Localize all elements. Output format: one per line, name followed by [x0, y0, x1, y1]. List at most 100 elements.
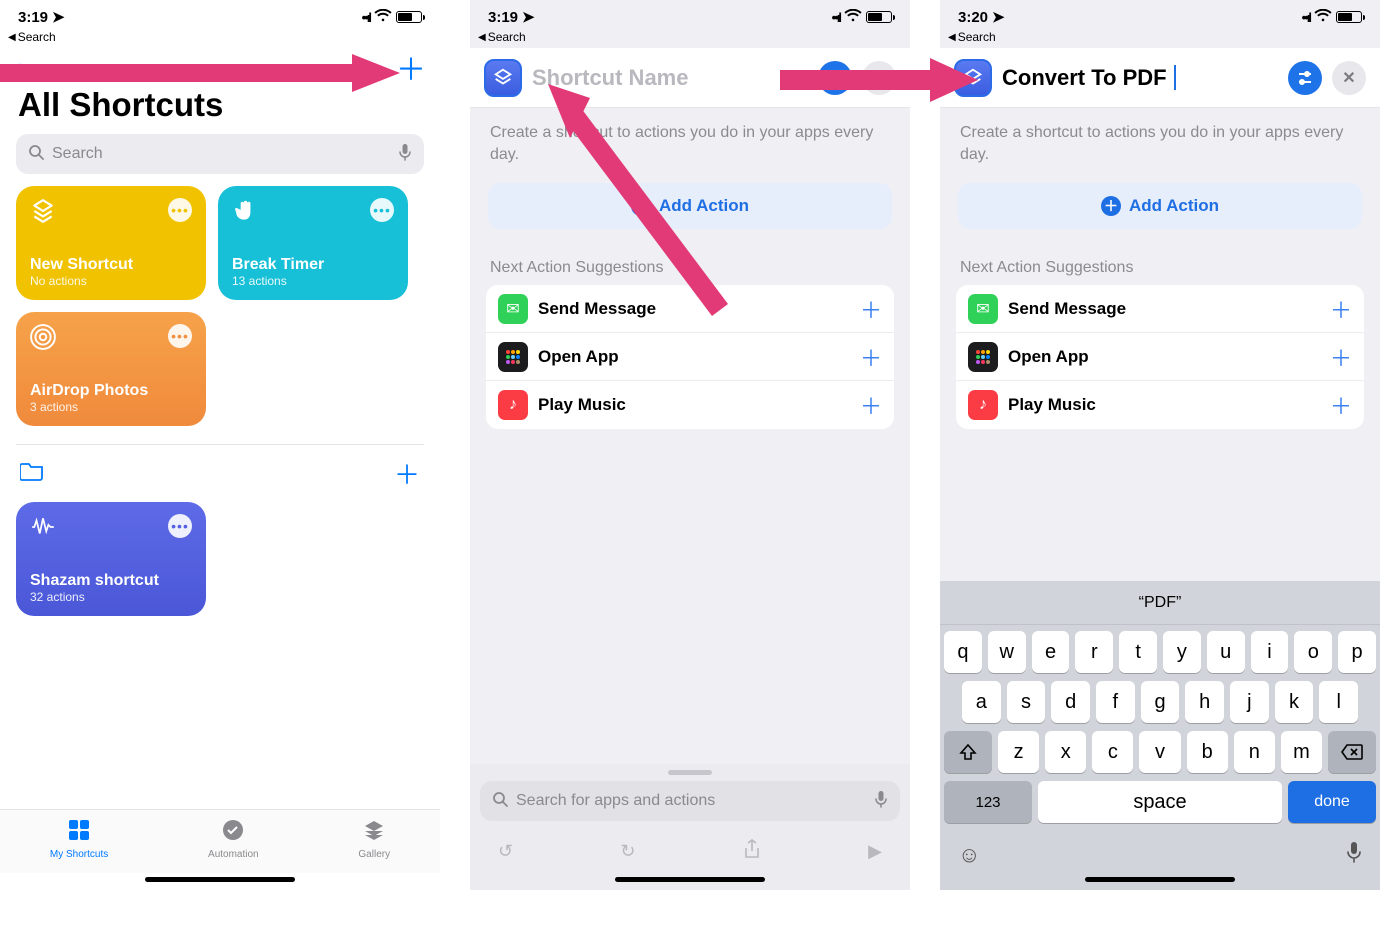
- undo-button[interactable]: ↺: [498, 841, 513, 862]
- suggestion-row[interactable]: Open App ＋: [956, 333, 1364, 381]
- key-s[interactable]: s: [1007, 681, 1046, 723]
- key-z[interactable]: z: [998, 731, 1039, 773]
- key-k[interactable]: k: [1275, 681, 1314, 723]
- folder-icon[interactable]: [20, 461, 44, 487]
- add-folder-button[interactable]: ＋: [394, 455, 420, 492]
- messages-icon: ✉︎: [498, 294, 528, 324]
- suggestion-row[interactable]: ♪ Play Music ＋: [486, 381, 894, 429]
- key-v[interactable]: v: [1139, 731, 1180, 773]
- tab-gallery[interactable]: Gallery: [358, 819, 390, 860]
- battery-icon: [1336, 11, 1362, 23]
- shortcut-name-input[interactable]: Shortcut Name: [532, 65, 808, 91]
- redo-button[interactable]: ↻: [620, 841, 635, 862]
- cellular-icon: ••ıl: [1302, 10, 1310, 25]
- mic-icon[interactable]: [398, 143, 412, 166]
- close-button[interactable]: ✕: [862, 61, 896, 95]
- add-suggestion-button[interactable]: ＋: [1330, 389, 1352, 421]
- key-c[interactable]: c: [1092, 731, 1133, 773]
- back-to-search[interactable]: ◀ Search: [940, 30, 1380, 48]
- shortcut-app-icon[interactable]: [954, 59, 992, 97]
- key-m[interactable]: m: [1281, 731, 1322, 773]
- space-key[interactable]: space: [1038, 781, 1282, 823]
- back-chevron-icon[interactable]: ‹: [14, 52, 23, 83]
- search-icon: [492, 791, 508, 812]
- tab-automation[interactable]: Automation: [208, 819, 259, 860]
- folder-row: ＋: [0, 455, 440, 502]
- dictate-key[interactable]: [1346, 841, 1362, 869]
- add-suggestion-button[interactable]: ＋: [860, 293, 882, 325]
- settings-button[interactable]: [818, 61, 852, 95]
- actions-search-input[interactable]: Search for apps and actions: [480, 781, 900, 821]
- key-w[interactable]: w: [988, 631, 1026, 673]
- card-more-button[interactable]: •••: [168, 514, 192, 538]
- key-u[interactable]: u: [1207, 631, 1245, 673]
- suggestion-row[interactable]: Open App ＋: [486, 333, 894, 381]
- key-i[interactable]: i: [1251, 631, 1289, 673]
- add-action-button[interactable]: ＋ Add Action: [958, 183, 1362, 229]
- numbers-key[interactable]: 123: [944, 781, 1032, 823]
- suggestion-row[interactable]: ✉︎ Send Message ＋: [956, 285, 1364, 333]
- close-button[interactable]: ✕: [1332, 61, 1366, 95]
- key-r[interactable]: r: [1075, 631, 1113, 673]
- key-y[interactable]: y: [1163, 631, 1201, 673]
- cellular-icon: ••ıl: [362, 10, 370, 25]
- shortcut-card[interactable]: ••• New Shortcut No actions: [16, 186, 206, 300]
- divider: [16, 444, 424, 445]
- card-title: New Shortcut: [30, 256, 192, 274]
- key-h[interactable]: h: [1185, 681, 1224, 723]
- play-button[interactable]: ▶: [868, 841, 882, 862]
- key-a[interactable]: a: [962, 681, 1001, 723]
- shortcut-card[interactable]: ••• Break Timer 13 actions: [218, 186, 408, 300]
- location-icon: ➤: [522, 8, 535, 26]
- add-suggestion-button[interactable]: ＋: [1330, 293, 1352, 325]
- key-q[interactable]: q: [944, 631, 982, 673]
- card-more-button[interactable]: •••: [370, 198, 394, 222]
- key-l[interactable]: l: [1319, 681, 1358, 723]
- shift-key[interactable]: [944, 731, 992, 773]
- home-indicator[interactable]: [145, 877, 295, 882]
- done-key[interactable]: done: [1288, 781, 1376, 823]
- key-p[interactable]: p: [1338, 631, 1376, 673]
- editor-header: Shortcut Name ✕: [470, 48, 910, 108]
- drag-indicator[interactable]: [668, 770, 712, 775]
- tab-my-shortcuts[interactable]: My Shortcuts: [50, 819, 108, 860]
- back-to-search[interactable]: ◀ Search: [470, 30, 910, 48]
- key-b[interactable]: b: [1187, 731, 1228, 773]
- suggestion-row[interactable]: ✉︎ Send Message ＋: [486, 285, 894, 333]
- back-to-search[interactable]: ◀ Search: [0, 30, 440, 48]
- suggestion-row[interactable]: ♪ Play Music ＋: [956, 381, 1364, 429]
- suggestion-label: Open App: [1008, 347, 1089, 367]
- share-button[interactable]: [743, 839, 761, 864]
- home-indicator[interactable]: [615, 877, 765, 882]
- shortcut-card[interactable]: ••• Shazam shortcut 32 actions: [16, 502, 206, 616]
- card-more-button[interactable]: •••: [168, 324, 192, 348]
- key-n[interactable]: n: [1234, 731, 1275, 773]
- shortcut-app-icon[interactable]: [484, 59, 522, 97]
- key-d[interactable]: d: [1051, 681, 1090, 723]
- mic-icon[interactable]: [874, 790, 888, 813]
- card-more-button[interactable]: •••: [168, 198, 192, 222]
- search-input[interactable]: Search: [16, 134, 424, 174]
- add-action-button[interactable]: ＋ Add Action: [488, 183, 892, 229]
- settings-button[interactable]: [1288, 61, 1322, 95]
- editor-toolbar: ↺ ↻ ▶: [470, 829, 910, 873]
- app-grid-icon: [498, 342, 528, 372]
- key-t[interactable]: t: [1119, 631, 1157, 673]
- emoji-key[interactable]: ☺: [958, 842, 980, 868]
- key-o[interactable]: o: [1294, 631, 1332, 673]
- keyboard-suggestion[interactable]: “PDF”: [940, 581, 1380, 625]
- key-e[interactable]: e: [1032, 631, 1070, 673]
- add-suggestion-button[interactable]: ＋: [860, 341, 882, 373]
- add-suggestion-button[interactable]: ＋: [860, 389, 882, 421]
- home-indicator[interactable]: [1085, 877, 1235, 882]
- key-f[interactable]: f: [1096, 681, 1135, 723]
- shortcut-name-input[interactable]: Convert To PDF: [1002, 65, 1278, 91]
- shortcut-card[interactable]: ••• AirDrop Photos 3 actions: [16, 312, 206, 426]
- add-suggestion-button[interactable]: ＋: [1330, 341, 1352, 373]
- backspace-key[interactable]: [1328, 731, 1376, 773]
- key-j[interactable]: j: [1230, 681, 1269, 723]
- suggestion-label: Send Message: [538, 299, 656, 319]
- key-x[interactable]: x: [1045, 731, 1086, 773]
- key-g[interactable]: g: [1141, 681, 1180, 723]
- editor-subtitle: Create a shortcut to actions you do in y…: [940, 108, 1380, 179]
